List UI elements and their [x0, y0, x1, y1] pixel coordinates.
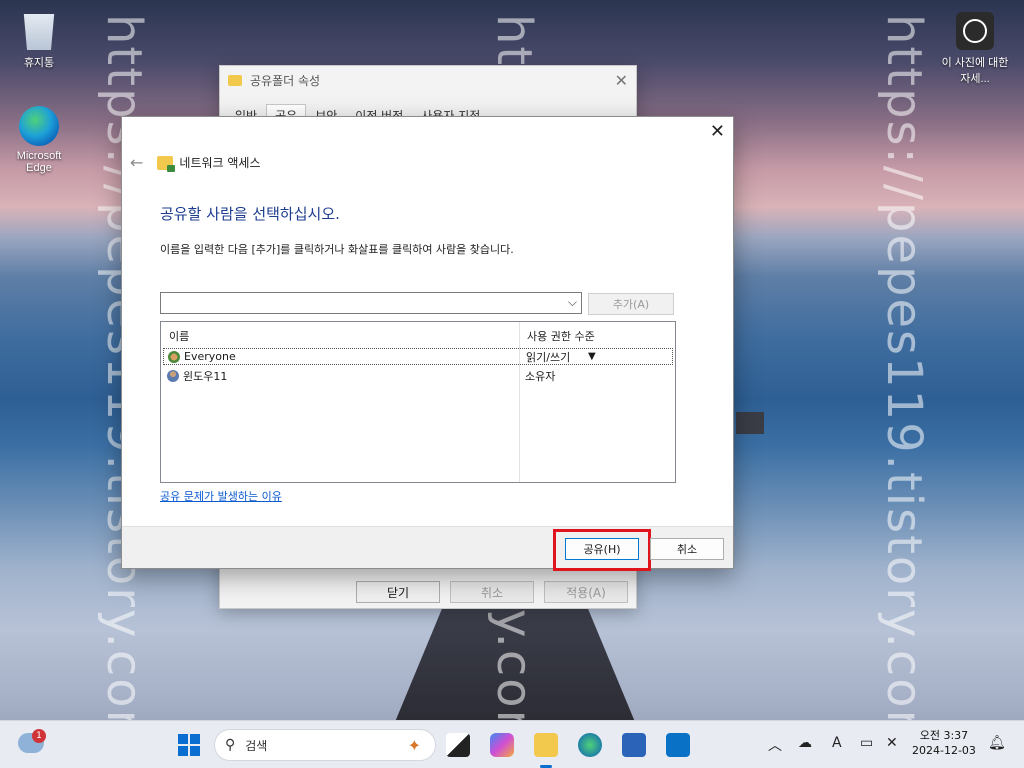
display-icon[interactable]: ▭ — [860, 735, 873, 751]
search-icon: ⚲ — [225, 737, 236, 753]
file-explorer-icon[interactable] — [534, 733, 558, 757]
desktop-icon-recycle-bin[interactable]: 휴지통 — [4, 10, 74, 70]
column-header-name[interactable]: 이름 — [169, 328, 189, 344]
desktop-icon-label: Microsoft Edge — [16, 150, 62, 174]
clock-time: 오전 3:37 — [919, 729, 969, 742]
apply-button[interactable]: 적용(A) — [544, 581, 628, 603]
dialog-title: 네트워크 액세스 — [179, 156, 261, 170]
network-folder-icon — [157, 155, 176, 172]
close-icon[interactable]: ✕ — [710, 121, 725, 142]
dialog-nav: ← 네트워크 액세스 — [130, 153, 261, 172]
desktop-icon-photo-info[interactable]: 이 사진에 대한 자세... — [940, 12, 1010, 86]
desktop-icon-label: 이 사진에 대한 자세... — [941, 57, 1009, 85]
input-indicator[interactable]: A — [832, 735, 842, 751]
clock[interactable]: 오전 3:37 2024-12-03 — [912, 728, 976, 758]
cancel-button[interactable]: 취소 — [650, 538, 724, 560]
edge-icon — [19, 106, 59, 146]
properties-titlebar: 공유폴더 속성 — [220, 66, 636, 94]
outlook-icon[interactable] — [666, 733, 690, 757]
help-link[interactable]: 공유 문제가 발생하는 이유 — [160, 488, 282, 504]
list-row-owner[interactable]: 윈도우11 소유자 — [163, 367, 673, 384]
store-icon[interactable] — [622, 733, 646, 757]
volume-muted-icon[interactable]: ✕ — [886, 735, 898, 751]
back-arrow-icon[interactable]: ← — [130, 153, 143, 172]
watermark-text-right: https://pepes119.tistory.com/ — [876, 14, 932, 768]
user-icon — [167, 369, 179, 382]
share-button[interactable]: 공유(H) — [565, 538, 639, 560]
copilot-icon[interactable] — [490, 733, 514, 757]
search-highlight-icon[interactable]: ✦ — [408, 736, 421, 755]
clock-date: 2024-12-03 — [912, 744, 976, 757]
list-row-everyone[interactable]: Everyone 읽기/쓰기 ▼ — [163, 348, 673, 365]
network-icon[interactable]: ☁ — [798, 735, 812, 751]
properties-title: 공유폴더 속성 — [250, 73, 321, 88]
search-placeholder: 검색 — [245, 738, 268, 753]
desktop-icon-label: 휴지통 — [23, 57, 55, 69]
notification-bell-icon[interactable]: 🔔︎ — [988, 735, 1006, 751]
properties-footer: 닫기 취소 적용(A) — [356, 581, 628, 603]
search-box[interactable]: ⚲ 검색 ✦ — [214, 729, 436, 761]
cancel-button[interactable]: 취소 — [450, 581, 534, 603]
taskbar: 1 ⚲ 검색 ✦ ︿ ☁ A ▭ ✕ 오전 3:37 2024-12-03 🔔︎ — [0, 720, 1024, 768]
user-group-icon — [168, 350, 180, 363]
row-name: Everyone — [184, 350, 236, 363]
close-icon[interactable]: ✕ — [615, 71, 628, 90]
dialog-description: 이름을 입력한 다음 [추가]를 클릭하거나 화살표를 클릭하여 사람을 찾습니… — [160, 243, 514, 256]
dropdown-arrow-icon[interactable]: ▼ — [588, 351, 596, 362]
network-access-dialog[interactable]: ✕ ← 네트워크 액세스 공유할 사람을 선택하십시오. 이름을 입력한 다음 … — [121, 116, 734, 571]
folder-icon — [228, 74, 242, 86]
notification-badge: 1 — [32, 729, 46, 743]
row-permission[interactable]: 읽기/쓰기 — [526, 349, 570, 365]
chevron-down-icon[interactable]: ⌵ — [568, 295, 577, 310]
edge-taskbar-icon[interactable] — [578, 733, 602, 757]
photo-info-icon — [956, 12, 994, 50]
task-view-icon[interactable] — [446, 733, 470, 757]
user-combo-input[interactable]: ⌵ — [160, 292, 582, 314]
pier-sign-background — [736, 412, 764, 434]
column-header-permission[interactable]: 사용 권한 수준 — [527, 328, 595, 344]
user-permission-list[interactable]: 이름 사용 권한 수준 Everyone 읽기/쓰기 ▼ 윈도우11 소유자 — [160, 321, 676, 483]
dialog-heading: 공유할 사람을 선택하십시오. — [160, 205, 340, 223]
chevron-up-icon[interactable]: ︿ — [768, 735, 782, 755]
start-button[interactable] — [178, 734, 200, 756]
add-button[interactable]: 추가(A) — [588, 293, 674, 315]
row-name: 윈도우11 — [183, 369, 228, 383]
recycle-bin-icon — [23, 14, 55, 50]
row-permission: 소유자 — [525, 369, 556, 383]
close-button[interactable]: 닫기 — [356, 581, 440, 603]
desktop-icon-edge[interactable]: Microsoft Edge — [4, 106, 74, 174]
column-divider — [519, 322, 520, 482]
